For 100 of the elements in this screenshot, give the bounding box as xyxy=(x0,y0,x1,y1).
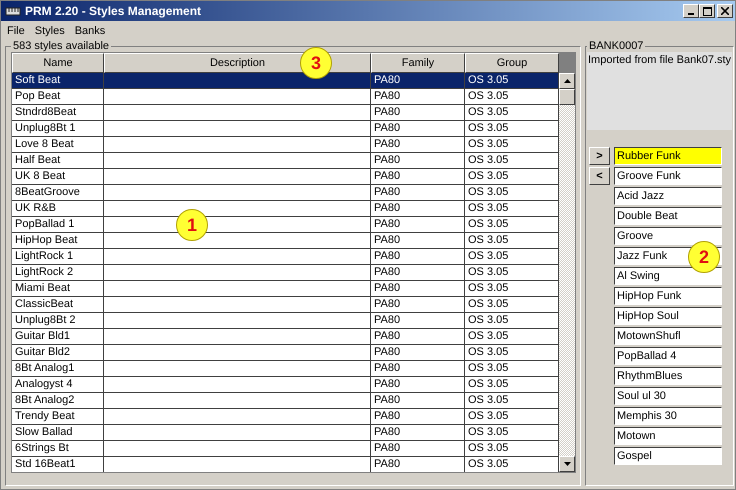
keyboard-icon xyxy=(5,5,21,17)
table-cell: Guitar Bld2 xyxy=(12,345,104,361)
table-cell: PA80 xyxy=(371,153,465,169)
bank-list-item[interactable]: Rubber Funk xyxy=(614,147,722,165)
table-cell: PopBallad 1 xyxy=(12,217,104,233)
table-cell: PA80 xyxy=(371,425,465,441)
table-cell: Guitar Bld1 xyxy=(12,329,104,345)
table-cell: PA80 xyxy=(371,361,465,377)
table-cell: PA80 xyxy=(371,409,465,425)
table-cell: Analogyst 4 xyxy=(12,377,104,393)
table-cell: PA80 xyxy=(371,393,465,409)
table-row[interactable]: Miami Beat PA80 OS 3.05 xyxy=(12,281,559,297)
scroll-up-button[interactable] xyxy=(559,73,575,89)
table-row[interactable]: Unplug8Bt 1 PA80 OS 3.05 xyxy=(12,121,559,137)
table-cell: 8Bt Analog1 xyxy=(12,361,104,377)
bank-list-item[interactable]: Acid Jazz xyxy=(614,187,722,205)
column-header[interactable]: Group xyxy=(465,53,559,73)
table-row[interactable]: Soft Beat PA80 OS 3.05 xyxy=(12,73,559,89)
bank-list-item[interactable]: HipHop Soul xyxy=(614,307,722,325)
table-cell: LightRock 2 xyxy=(12,265,104,281)
table-cell: PA80 xyxy=(371,105,465,121)
table-cell: PA80 xyxy=(371,169,465,185)
table-cell: Slow Ballad xyxy=(12,425,104,441)
table-cell: PA80 xyxy=(371,89,465,105)
menu-item[interactable]: Banks xyxy=(74,24,106,36)
table-cell: Half Beat xyxy=(12,153,104,169)
table-row[interactable]: Pop Beat PA80 OS 3.05 xyxy=(12,89,559,105)
bank-list-item[interactable]: Double Beat xyxy=(614,207,722,225)
table-cell: PA80 xyxy=(371,281,465,297)
table-cell: PA80 xyxy=(371,73,465,89)
table-row[interactable]: Trendy Beat PA80 OS 3.05 xyxy=(12,409,559,425)
table-cell: Soft Beat xyxy=(12,73,104,89)
bank-list-item[interactable]: RhythmBlues xyxy=(614,367,722,385)
table-row[interactable]: Love 8 Beat PA80 OS 3.05 xyxy=(12,137,559,153)
group-title: 583 styles available xyxy=(12,40,110,52)
table-cell: PA80 xyxy=(371,233,465,249)
bank-list-item[interactable]: Memphis 30 xyxy=(614,407,722,425)
table-cell: UK 8 Beat xyxy=(12,169,104,185)
table-cell: PA80 xyxy=(371,377,465,393)
bank-list-item[interactable]: MotownShufl xyxy=(614,327,722,345)
scroll-thumb[interactable] xyxy=(559,89,575,105)
table-row[interactable]: Half Beat PA80 OS 3.05 xyxy=(12,153,559,169)
table-cell: PA80 xyxy=(371,265,465,281)
table-cell: Trendy Beat xyxy=(12,409,104,425)
maximize-button[interactable] xyxy=(699,4,715,18)
table-cell: HipHop Beat xyxy=(12,233,104,249)
table-row[interactable]: UK 8 Beat PA80 OS 3.05 xyxy=(12,169,559,185)
group-title: BANK0007 xyxy=(588,40,644,52)
window-title: PRM 2.20 - Styles Management xyxy=(25,4,202,18)
table-row[interactable]: Unplug8Bt 2 PA80 OS 3.05 xyxy=(12,313,559,329)
table-cell: ClassicBeat xyxy=(12,297,104,313)
table-row[interactable]: Analogyst 4 PA80 OS 3.05 xyxy=(12,377,559,393)
menu-item[interactable]: File xyxy=(7,24,25,36)
table-row[interactable]: 8Bt Analog1 PA80 OS 3.05 xyxy=(12,361,559,377)
table-cell: PA80 xyxy=(371,457,465,472)
maximize-icon xyxy=(702,6,712,16)
bank-list-item[interactable]: Groove Funk xyxy=(614,167,722,185)
table-row[interactable]: Guitar Bld1 PA80 OS 3.05 xyxy=(12,329,559,345)
table-row[interactable]: Guitar Bld2 PA80 OS 3.05 xyxy=(12,345,559,361)
move-button[interactable]: < xyxy=(589,167,610,185)
close-icon xyxy=(721,7,729,15)
table-row[interactable]: 8Bt Analog2 PA80 OS 3.05 xyxy=(12,393,559,409)
table-cell: Unplug8Bt 2 xyxy=(12,313,104,329)
column-header[interactable]: Name xyxy=(12,53,104,73)
column-header[interactable]: Family xyxy=(371,53,465,73)
table-cell: PA80 xyxy=(371,249,465,265)
table-cell: UK R&B xyxy=(12,201,104,217)
table-row[interactable]: LightRock 2 PA80 OS 3.05 xyxy=(12,265,559,281)
table-cell: PA80 xyxy=(371,185,465,201)
table-cell: Unplug8Bt 1 xyxy=(12,121,104,137)
table-cell: PA80 xyxy=(371,121,465,137)
bank-list-item[interactable]: Gospel xyxy=(614,447,722,465)
menu-item[interactable]: Styles xyxy=(34,24,65,36)
table-cell: Stndrd8Beat xyxy=(12,105,104,121)
move-button[interactable]: > xyxy=(589,147,610,165)
table-cell: Std 16Beat1 xyxy=(12,457,104,472)
up-arrow-icon xyxy=(564,79,570,83)
table-cell: PA80 xyxy=(371,201,465,217)
table-row[interactable]: Slow Ballad PA80 OS 3.05 xyxy=(12,425,559,441)
bank-list-item[interactable]: Groove xyxy=(614,227,722,245)
table-row[interactable]: 8BeatGroove PA80 OS 3.05 xyxy=(12,185,559,201)
bank-list-item[interactable]: HipHop Funk xyxy=(614,287,722,305)
down-arrow-icon xyxy=(564,462,570,466)
table-cell: PA80 xyxy=(371,345,465,361)
bank-list-item[interactable]: Al Swing xyxy=(614,267,722,285)
scroll-bar[interactable] xyxy=(559,73,575,472)
scroll-down-button[interactable] xyxy=(559,456,575,472)
close-button[interactable] xyxy=(717,4,733,18)
table-row[interactable]: 6Strings Bt PA80 OS 3.05 xyxy=(12,441,559,457)
table-cell: Pop Beat xyxy=(12,89,104,105)
table-row[interactable]: LightRock 1 PA80 OS 3.05 xyxy=(12,249,559,265)
table-cell: PA80 xyxy=(371,313,465,329)
bank-list-item[interactable]: PopBallad 4 xyxy=(614,347,722,365)
table-row[interactable]: Stndrd8Beat PA80 OS 3.05 xyxy=(12,105,559,121)
table-cell: PA80 xyxy=(371,329,465,345)
bank-description: Imported from file Bank07.sty xyxy=(587,52,732,130)
bank-list-item[interactable]: Soul ul 30 xyxy=(614,387,722,405)
bank-list-item[interactable]: Motown xyxy=(614,427,722,445)
table-row[interactable]: ClassicBeat PA80 OS 3.05 xyxy=(12,297,559,313)
minimize-button[interactable] xyxy=(683,4,699,18)
